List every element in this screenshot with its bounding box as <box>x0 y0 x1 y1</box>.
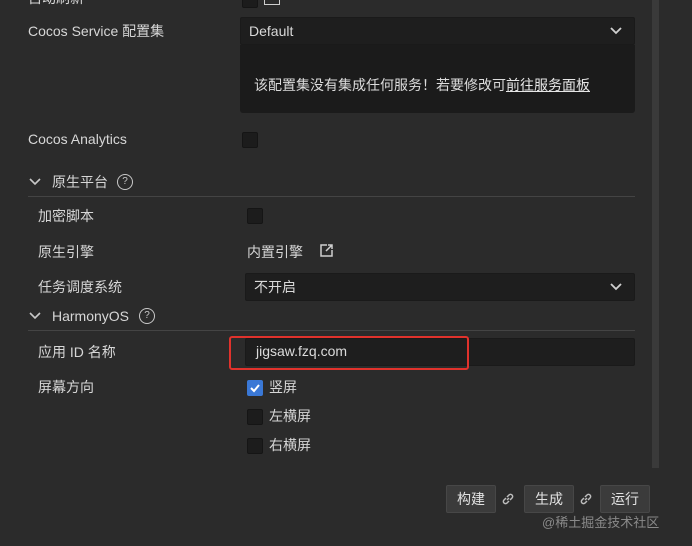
link-icon <box>502 493 514 505</box>
landscape-right-checkbox[interactable] <box>247 438 263 454</box>
native-platform-title: 原生平台 <box>52 174 108 190</box>
help-icon[interactable]: ? <box>117 174 133 190</box>
native-engine-label: 原生引擎 <box>38 244 94 260</box>
cocos-service-select[interactable]: Default <box>240 17 635 45</box>
build-button[interactable]: 构建 <box>446 485 496 513</box>
auto-refresh-checkbox[interactable] <box>242 0 258 8</box>
analytics-label: Cocos Analytics <box>28 131 127 147</box>
highlight-box <box>229 336 469 370</box>
encrypt-script-label: 加密脚本 <box>38 208 94 224</box>
make-button[interactable]: 生成 <box>524 485 574 513</box>
harmony-title: HarmonyOS <box>52 308 130 324</box>
chevron-down-icon[interactable] <box>28 309 42 323</box>
section-divider <box>28 330 635 331</box>
chevron-down-icon <box>610 283 622 291</box>
section-divider <box>28 196 635 197</box>
landscape-right-label: 右横屏 <box>269 437 311 453</box>
portrait-label: 竖屏 <box>269 379 297 395</box>
chevron-down-icon <box>610 27 622 35</box>
service-info-box: 该配置集没有集成任何服务！若要修改可前往服务面板 <box>240 45 635 113</box>
app-id-label: 应用 ID 名称 <box>38 344 116 360</box>
service-panel-link[interactable]: 前往服务面板 <box>506 77 590 93</box>
external-link-icon[interactable] <box>264 0 280 5</box>
scheduler-select[interactable]: 不开启 <box>245 273 635 301</box>
scheduler-label: 任务调度系统 <box>38 279 122 295</box>
external-link-icon[interactable] <box>319 243 334 258</box>
chevron-down-icon[interactable] <box>28 175 42 189</box>
link-icon <box>580 493 592 505</box>
encrypt-script-checkbox[interactable] <box>247 208 263 224</box>
run-button[interactable]: 运行 <box>600 485 650 513</box>
check-icon <box>250 384 260 393</box>
help-icon[interactable]: ? <box>139 308 155 324</box>
orientation-label: 屏幕方向 <box>38 379 94 395</box>
landscape-left-label: 左横屏 <box>269 408 311 424</box>
scrollbar[interactable] <box>652 0 659 468</box>
native-engine-value: 内置引擎 <box>247 244 303 260</box>
landscape-left-checkbox[interactable] <box>247 409 263 425</box>
cocos-service-label: Cocos Service 配置集 <box>28 23 165 39</box>
auto-refresh-label: 自动刷新 <box>28 0 84 8</box>
scheduler-selected: 不开启 <box>254 279 296 295</box>
portrait-checkbox[interactable] <box>247 380 263 396</box>
service-info-text: 该配置集没有集成任何服务！若要修改可 <box>254 77 506 93</box>
watermark: @稀土掘金技术社区 <box>542 515 660 530</box>
analytics-checkbox[interactable] <box>242 132 258 148</box>
cocos-service-selected: Default <box>249 23 294 39</box>
